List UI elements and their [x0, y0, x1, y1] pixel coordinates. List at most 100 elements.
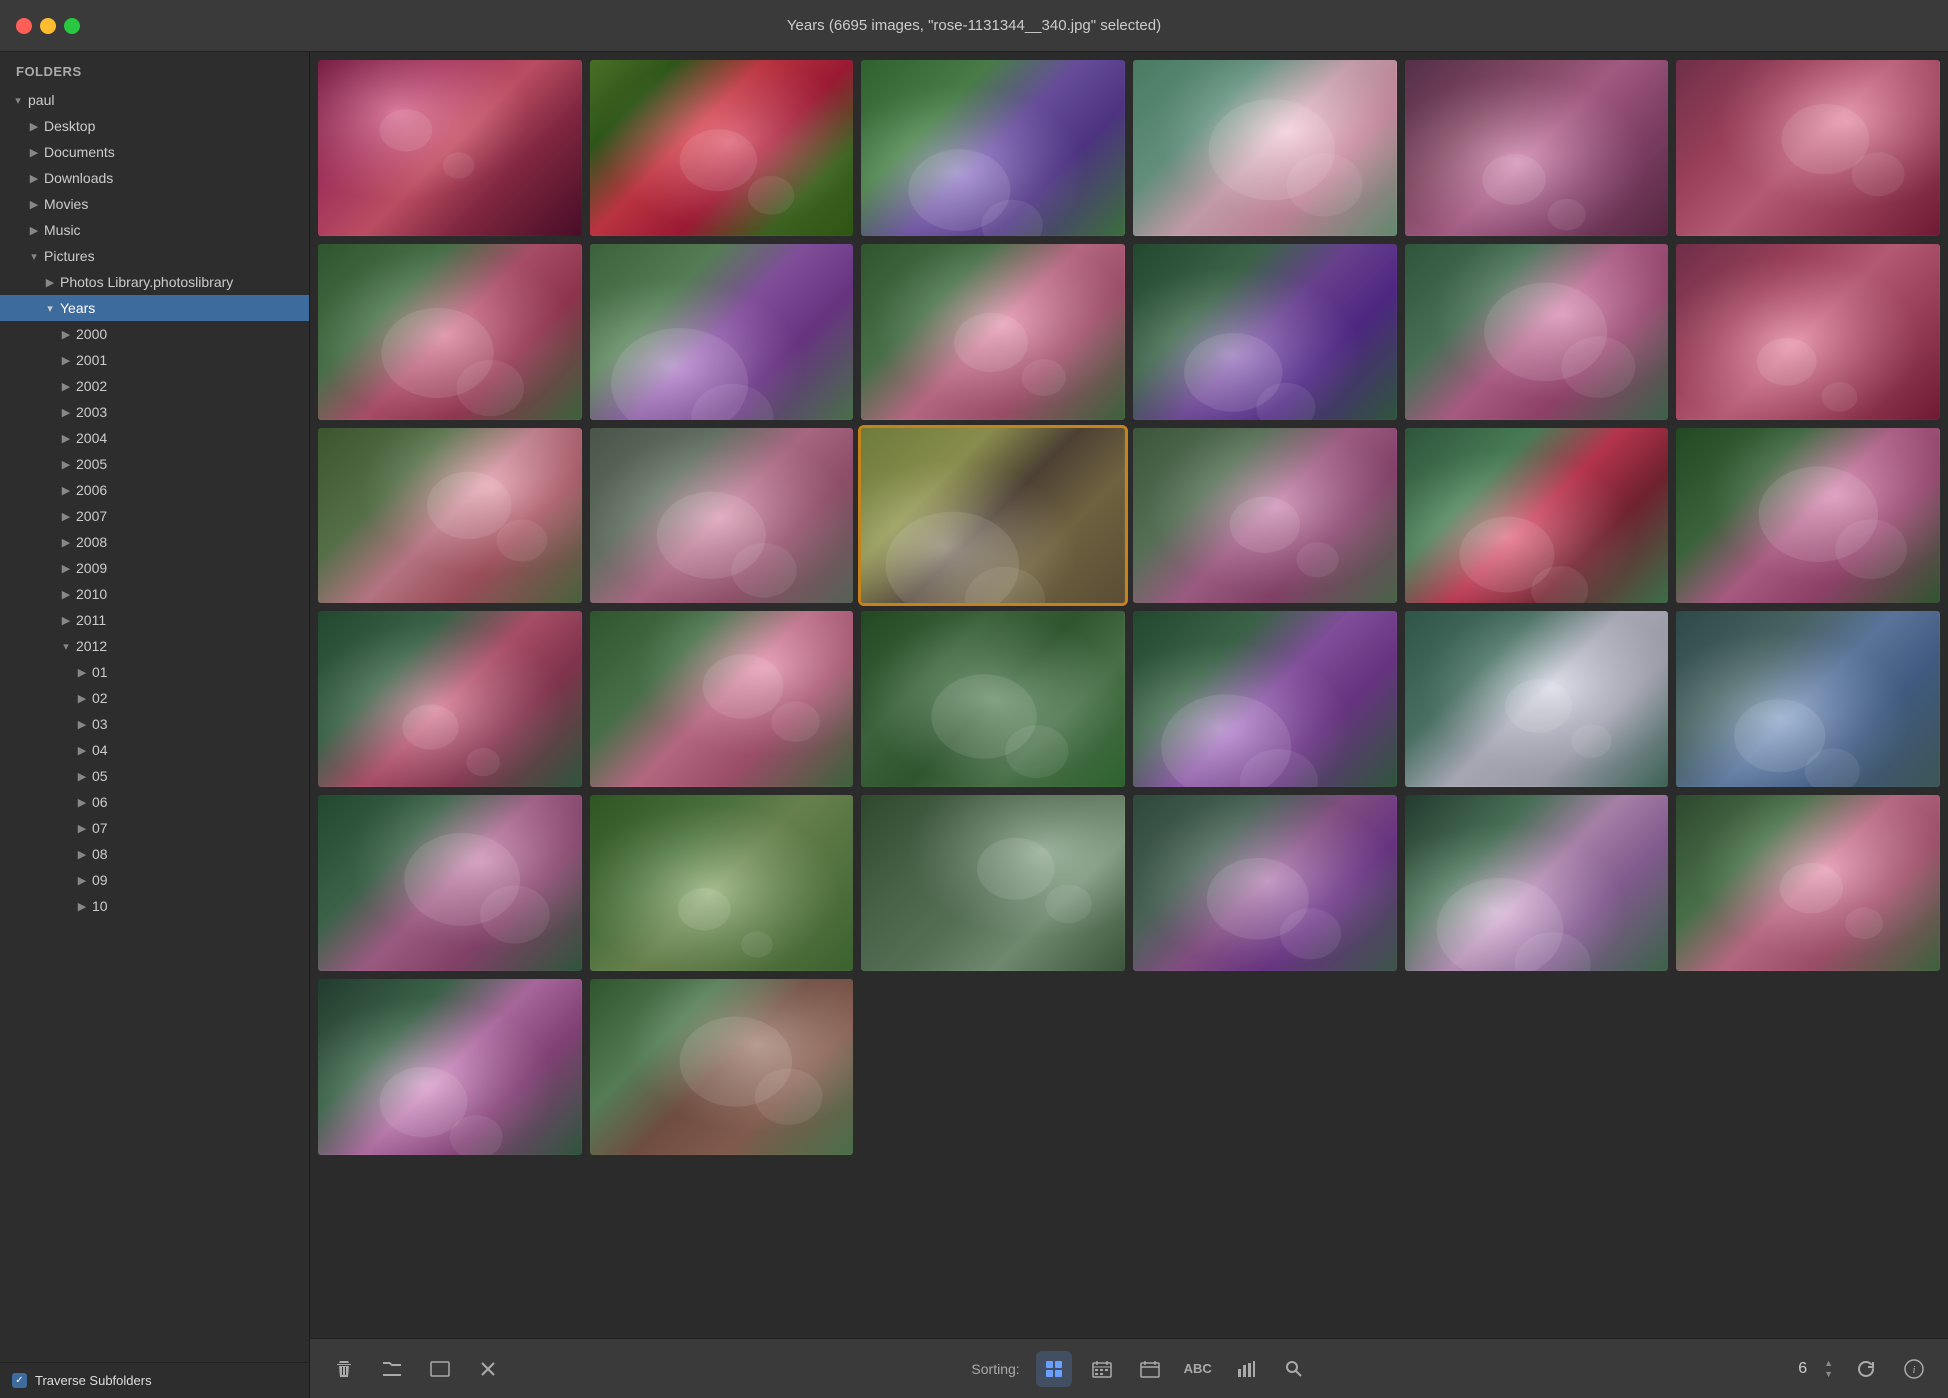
sidebar-item-2002[interactable]: ▶2002	[0, 373, 309, 399]
sidebar-item-2007[interactable]: ▶2007	[0, 503, 309, 529]
photo-thumbnail[interactable]	[1676, 795, 1940, 971]
photo-image	[861, 611, 1125, 787]
sidebar-item-2001[interactable]: ▶2001	[0, 347, 309, 373]
photo-thumbnail[interactable]	[861, 60, 1125, 236]
sidebar-item-years[interactable]: ▾Years	[0, 295, 309, 321]
stepper-up[interactable]: ▲	[1821, 1358, 1836, 1369]
maximize-button[interactable]	[64, 18, 80, 34]
photo-thumbnail[interactable]	[861, 795, 1125, 971]
photo-thumbnail[interactable]	[1133, 428, 1397, 604]
stepper-down[interactable]: ▼	[1821, 1369, 1836, 1380]
sidebar-item-2009[interactable]: ▶2009	[0, 555, 309, 581]
photo-thumbnail[interactable]	[318, 244, 582, 420]
sidebar-item-2012[interactable]: ▾2012	[0, 633, 309, 659]
tree-item-label: 2002	[76, 376, 309, 396]
photo-thumbnail[interactable]	[1676, 244, 1940, 420]
photo-thumbnail[interactable]	[861, 244, 1125, 420]
tree-arrow-icon: ▶	[72, 874, 92, 887]
sidebar-item-2012-02[interactable]: ▶02	[0, 685, 309, 711]
sidebar-scroll[interactable]: ▾paul▶Desktop▶Documents▶Downloads▶Movies…	[0, 87, 309, 1362]
photo-thumbnail[interactable]	[1133, 244, 1397, 420]
sort-calendar-week-button[interactable]	[1084, 1351, 1120, 1387]
sidebar-item-2012-10[interactable]: ▶10	[0, 893, 309, 919]
sidebar-item-2012-03[interactable]: ▶03	[0, 711, 309, 737]
photo-thumbnail[interactable]	[590, 428, 854, 604]
sidebar-item-2005[interactable]: ▶2005	[0, 451, 309, 477]
photo-thumbnail[interactable]	[318, 428, 582, 604]
photo-thumbnail[interactable]	[1405, 60, 1669, 236]
window-title: Years (6695 images, "rose-1131344__340.j…	[787, 17, 1161, 34]
sidebar: Folders ▾paul▶Desktop▶Documents▶Download…	[0, 52, 310, 1398]
photo-thumbnail[interactable]	[318, 795, 582, 971]
minimize-button[interactable]	[40, 18, 56, 34]
sidebar-item-music[interactable]: ▶Music	[0, 217, 309, 243]
tree-item-label: 2005	[76, 454, 309, 474]
sidebar-item-2012-08[interactable]: ▶08	[0, 841, 309, 867]
photo-thumbnail[interactable]	[590, 60, 854, 236]
sidebar-item-2003[interactable]: ▶2003	[0, 399, 309, 425]
photo-thumbnail[interactable]	[1676, 60, 1940, 236]
sidebar-item-paul[interactable]: ▾paul	[0, 87, 309, 113]
photo-thumbnail[interactable]	[318, 979, 582, 1155]
sidebar-item-2008[interactable]: ▶2008	[0, 529, 309, 555]
sidebar-item-2006[interactable]: ▶2006	[0, 477, 309, 503]
cancel-button[interactable]	[470, 1351, 506, 1387]
photo-image	[861, 60, 1125, 236]
sort-grid-button[interactable]	[1036, 1351, 1072, 1387]
photo-thumbnail[interactable]	[590, 979, 854, 1155]
sidebar-item-desktop[interactable]: ▶Desktop	[0, 113, 309, 139]
photo-thumbnail[interactable]	[1133, 795, 1397, 971]
photo-thumbnail[interactable]	[1405, 611, 1669, 787]
photo-image	[318, 979, 582, 1155]
sidebar-item-2012-07[interactable]: ▶07	[0, 815, 309, 841]
photo-thumbnail[interactable]	[1405, 244, 1669, 420]
count-stepper[interactable]: ▲ ▼	[1821, 1358, 1836, 1380]
sidebar-item-pictures[interactable]: ▾Pictures	[0, 243, 309, 269]
photo-thumbnail[interactable]	[1676, 428, 1940, 604]
svg-text:i: i	[1912, 1364, 1915, 1376]
sidebar-item-2000[interactable]: ▶2000	[0, 321, 309, 347]
close-button[interactable]	[16, 18, 32, 34]
tree-item-label: paul	[28, 90, 309, 110]
sidebar-item-2012-09[interactable]: ▶09	[0, 867, 309, 893]
refresh-button[interactable]	[1848, 1351, 1884, 1387]
photo-thumbnail[interactable]	[1676, 611, 1940, 787]
sidebar-item-documents[interactable]: ▶Documents	[0, 139, 309, 165]
photo-thumbnail[interactable]	[590, 795, 854, 971]
photo-image	[590, 60, 854, 236]
photo-thumbnail[interactable]	[590, 244, 854, 420]
sidebar-item-movies[interactable]: ▶Movies	[0, 191, 309, 217]
photo-grid[interactable]	[310, 52, 1948, 1338]
sidebar-item-photos-library[interactable]: ▶Photos Library.photoslibrary	[0, 269, 309, 295]
sidebar-item-2012-01[interactable]: ▶01	[0, 659, 309, 685]
sort-bar-button[interactable]	[1228, 1351, 1264, 1387]
photo-thumbnail[interactable]	[318, 60, 582, 236]
sidebar-item-2012-04[interactable]: ▶04	[0, 737, 309, 763]
tree-item-label: 01	[92, 662, 309, 682]
sidebar-item-2012-06[interactable]: ▶06	[0, 789, 309, 815]
tree-item-label: 10	[92, 896, 309, 916]
photo-image	[1405, 244, 1669, 420]
sidebar-item-2004[interactable]: ▶2004	[0, 425, 309, 451]
sort-abc-button[interactable]: ABC	[1180, 1351, 1216, 1387]
photo-thumbnail[interactable]	[318, 611, 582, 787]
delete-button[interactable]	[326, 1351, 362, 1387]
photo-thumbnail[interactable]	[1405, 795, 1669, 971]
folder-button[interactable]	[374, 1351, 410, 1387]
photo-thumbnail[interactable]	[1133, 60, 1397, 236]
sidebar-item-2010[interactable]: ▶2010	[0, 581, 309, 607]
sort-calendar-month-button[interactable]	[1132, 1351, 1168, 1387]
window-controls[interactable]	[16, 18, 80, 34]
photo-thumbnail[interactable]	[590, 611, 854, 787]
photo-thumbnail[interactable]	[1133, 611, 1397, 787]
preview-button[interactable]	[422, 1351, 458, 1387]
photo-thumbnail[interactable]	[861, 428, 1125, 604]
sidebar-item-downloads[interactable]: ▶Downloads	[0, 165, 309, 191]
photo-thumbnail[interactable]	[1405, 428, 1669, 604]
photo-thumbnail[interactable]	[861, 611, 1125, 787]
traverse-checkbox[interactable]: ✓	[12, 1373, 27, 1388]
search-button[interactable]	[1276, 1351, 1312, 1387]
sidebar-item-2012-05[interactable]: ▶05	[0, 763, 309, 789]
sidebar-item-2011[interactable]: ▶2011	[0, 607, 309, 633]
info-button[interactable]: i	[1896, 1351, 1932, 1387]
